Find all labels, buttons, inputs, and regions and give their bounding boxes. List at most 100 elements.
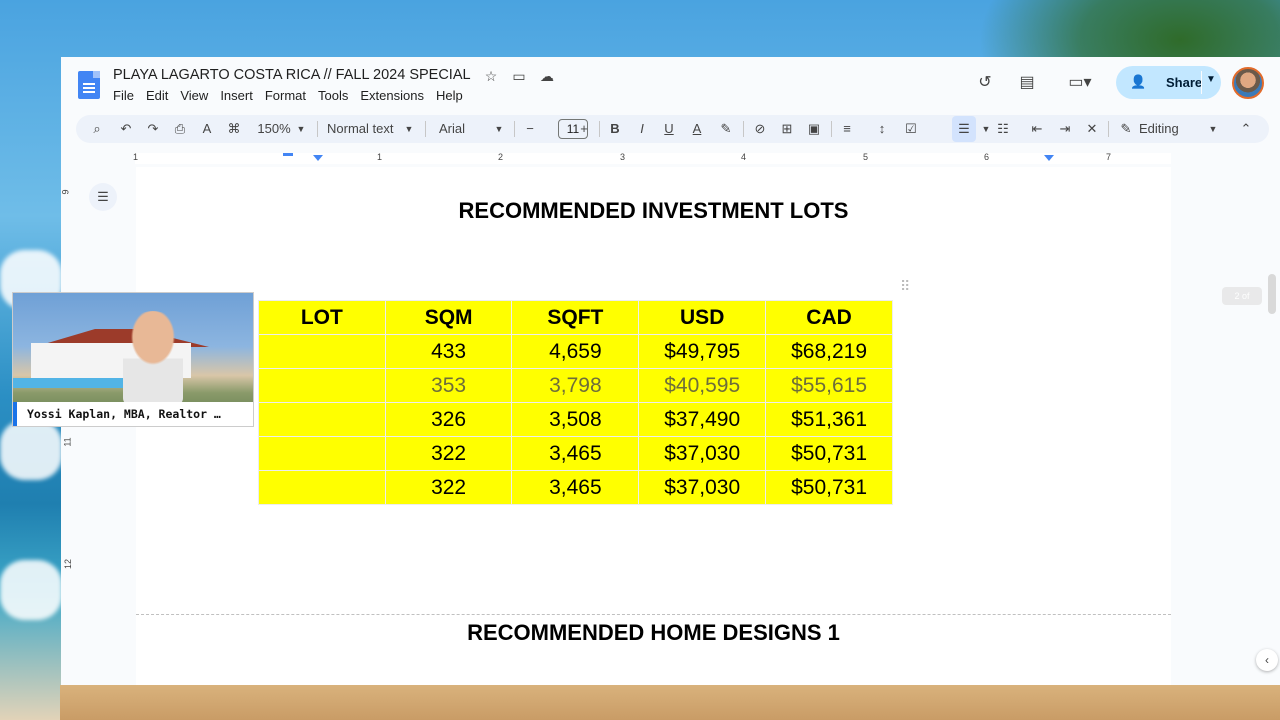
share-button[interactable]: 👤 Share ▼ <box>1116 66 1221 99</box>
bold-icon[interactable]: B <box>605 115 625 143</box>
table-cell[interactable]: 3,465 <box>511 470 640 505</box>
collapse-menu-icon[interactable]: ⌃ <box>1236 115 1256 143</box>
table-cell[interactable]: 353 <box>384 368 513 403</box>
table-drag-handle-icon[interactable]: ⠿ <box>900 278 910 295</box>
table-cell[interactable]: 322 <box>384 436 513 471</box>
font-select[interactable]: Arial <box>439 115 499 143</box>
table-cell[interactable] <box>258 436 386 471</box>
align-icon[interactable]: ≡ <box>837 115 857 143</box>
table-header-cell[interactable]: LOT <box>258 300 386 335</box>
style-select[interactable]: Normal text <box>327 115 399 143</box>
table-header-cell[interactable]: USD <box>638 300 767 335</box>
docs-logo-icon[interactable] <box>78 71 100 99</box>
undo-icon[interactable]: ↶ <box>116 115 136 143</box>
checklist-icon[interactable]: ☑ <box>901 115 921 143</box>
share-label: Share <box>1166 75 1203 90</box>
table-cell[interactable]: 433 <box>384 334 513 369</box>
decrease-font-size-icon[interactable]: − <box>520 115 540 143</box>
editing-mode-select[interactable]: Editing <box>1139 115 1199 143</box>
star-icon[interactable]: ☆ <box>482 67 500 85</box>
table-row: 326 3,508 $37,490 $51,361 <box>258 402 893 437</box>
table-cell[interactable]: 322 <box>384 470 513 505</box>
insert-image-icon[interactable]: ▣ <box>804 115 824 143</box>
move-folder-icon[interactable]: ▭ <box>510 67 528 85</box>
right-indent-marker[interactable] <box>1044 155 1054 161</box>
bulleted-list-icon[interactable]: ☰ <box>954 115 974 143</box>
table-cell[interactable] <box>258 402 386 437</box>
first-line-indent-marker[interactable] <box>283 153 293 156</box>
people-icon: 👤 <box>1130 74 1147 89</box>
link-icon[interactable]: ⊘ <box>750 115 770 143</box>
table-cell[interactable]: $49,795 <box>638 334 767 369</box>
redo-icon[interactable]: ↷ <box>143 115 163 143</box>
table-header-cell[interactable]: SQFT <box>511 300 640 335</box>
menu-help[interactable]: Help <box>436 88 469 103</box>
table-cell[interactable]: $37,030 <box>638 436 767 471</box>
decrease-indent-icon[interactable]: ⇤ <box>1027 115 1047 143</box>
table-cell[interactable]: 3,798 <box>511 368 640 403</box>
highlight-icon[interactable]: ✎ <box>716 115 736 143</box>
table-header-cell[interactable]: CAD <box>765 300 893 335</box>
comments-icon[interactable]: ▤ <box>1016 72 1038 94</box>
table-cell[interactable]: 326 <box>384 402 513 437</box>
left-indent-marker[interactable] <box>313 155 323 161</box>
horizontal-ruler[interactable]: 1 1 2 3 4 5 6 7 <box>61 150 1280 166</box>
table-cell[interactable]: $50,731 <box>765 436 893 471</box>
text-color-icon[interactable]: A <box>687 115 707 143</box>
table-cell[interactable]: $37,030 <box>638 470 767 505</box>
table-cell[interactable] <box>258 470 386 505</box>
table-cell[interactable]: 3,465 <box>511 436 640 471</box>
account-avatar[interactable] <box>1232 67 1264 99</box>
heading-investment-lots: RECOMMENDED INVESTMENT LOTS <box>458 198 849 223</box>
document-title[interactable]: PLAYA LAGARTO COSTA RICA // FALL 2024 SP… <box>113 67 471 83</box>
italic-icon[interactable]: I <box>632 115 652 143</box>
menu-extensions[interactable]: Extensions <box>360 88 430 103</box>
chevron-down-icon[interactable]: ▼ <box>492 115 506 143</box>
line-spacing-icon[interactable]: ↕ <box>872 115 892 143</box>
table-cell[interactable] <box>258 368 386 403</box>
investment-lots-table[interactable]: LOT SQM SQFT USD CAD 433 4,659 $49,795 $… <box>258 300 893 505</box>
chevron-down-icon[interactable]: ▼ <box>294 115 308 143</box>
cloud-status-icon[interactable]: ☁ <box>538 67 556 85</box>
menu-view[interactable]: View <box>180 88 214 103</box>
menu-tools[interactable]: Tools <box>318 88 354 103</box>
search-icon[interactable]: ⌕ <box>87 115 107 143</box>
heading-home-designs: RECOMMENDED HOME DESIGNS 1 <box>467 620 840 645</box>
print-icon[interactable]: ⎙ <box>170 115 190 143</box>
table-cell[interactable]: $55,615 <box>765 368 893 403</box>
table-cell[interactable]: $40,595 <box>638 368 767 403</box>
paint-format-icon[interactable]: ⌘ <box>224 115 244 143</box>
chevron-down-icon[interactable]: ▼ <box>402 115 416 143</box>
meet-icon[interactable]: ▭▾ <box>1062 72 1098 94</box>
version-history-icon[interactable]: ↺ <box>974 72 996 94</box>
wallpaper-wave <box>0 420 62 480</box>
separator <box>514 121 515 137</box>
menu-format[interactable]: Format <box>265 88 312 103</box>
increase-font-size-icon[interactable]: + <box>574 115 594 143</box>
menu-insert[interactable]: Insert <box>220 88 259 103</box>
chevron-down-icon[interactable]: ▼ <box>1206 74 1216 85</box>
table-row: 322 3,465 $37,030 $50,731 <box>258 470 893 505</box>
numbered-list-icon[interactable]: ☷ <box>993 115 1013 143</box>
table-header-cell[interactable]: SQM <box>384 300 513 335</box>
table-cell[interactable]: $50,731 <box>765 470 893 505</box>
add-comment-icon[interactable]: ⊞ <box>777 115 797 143</box>
increase-indent-icon[interactable]: ⇥ <box>1055 115 1075 143</box>
table-cell[interactable]: 4,659 <box>511 334 640 369</box>
table-cell[interactable]: 3,508 <box>511 402 640 437</box>
clear-formatting-icon[interactable]: ✕ <box>1082 115 1102 143</box>
spellcheck-icon[interactable]: A <box>197 115 217 143</box>
table-cell[interactable]: $51,361 <box>765 402 893 437</box>
table-cell[interactable]: $37,490 <box>638 402 767 437</box>
separator <box>831 121 832 137</box>
vertical-scrollbar[interactable] <box>1268 274 1276 314</box>
table-cell[interactable] <box>258 334 386 369</box>
side-panel-toggle-icon[interactable]: ‹ <box>1256 649 1278 671</box>
table-cell[interactable]: $68,219 <box>765 334 893 369</box>
zoom-select[interactable]: 150% <box>254 115 294 143</box>
menu-file[interactable]: File <box>113 88 140 103</box>
menu-edit[interactable]: Edit <box>146 88 174 103</box>
chevron-down-icon[interactable]: ▼ <box>1206 115 1220 143</box>
underline-icon[interactable]: U <box>659 115 679 143</box>
pencil-icon[interactable]: ✎ <box>1116 115 1136 143</box>
